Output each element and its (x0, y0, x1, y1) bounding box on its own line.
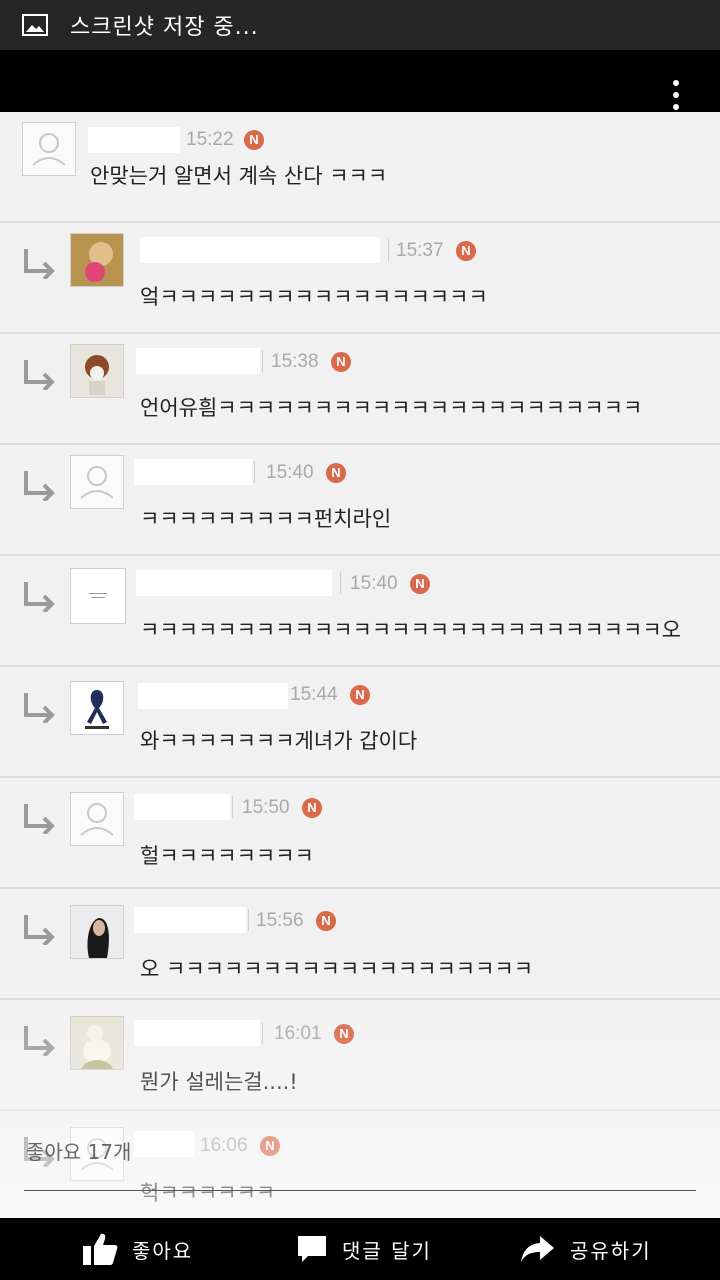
like-button[interactable]: 좋아요 (82, 1218, 193, 1280)
comment-text: ㅋㅋㅋㅋㅋㅋㅋㅋㅋ펀치라인 (140, 507, 392, 531)
status-title: 스크린샷 저장 중... (70, 15, 259, 40)
comment-time: 16:01 (274, 1023, 322, 1044)
author-name[interactable] (134, 794, 230, 820)
comment-list[interactable]: 15:22 N 안맞는거 알면서 계속 산다 ㅋㅋㅋ 15:37 N 엌ㅋㅋㅋㅋ… (0, 112, 720, 1218)
reply-arrow-icon (24, 471, 55, 501)
author-name[interactable] (134, 1131, 194, 1157)
comment-text: 뭔가 설레는걸....! (140, 1070, 298, 1094)
default-avatar-icon[interactable] (70, 455, 124, 509)
comment-time: 15:40 (266, 462, 314, 483)
reply-item: 15:44 N 와ㅋㅋㅋㅋㅋㅋㅋ게녀가 갑이다 (0, 667, 720, 778)
new-badge: N (316, 911, 336, 931)
new-badge: N (326, 463, 346, 483)
comment-text: 와ㅋㅋㅋㅋㅋㅋㅋ게녀가 갑이다 (140, 729, 418, 753)
author-name[interactable] (134, 1020, 260, 1046)
avatar[interactable] (70, 344, 124, 398)
new-badge: N (334, 1024, 354, 1044)
comment-label: 댓글 달기 (342, 1238, 432, 1263)
author-name[interactable] (138, 683, 288, 709)
bottom-action-bar: 좋아요 댓글 달기 공유하기 (0, 1218, 720, 1280)
avatar[interactable] (70, 1016, 124, 1070)
comment-text: 헉ㅋㅋㅋㅋㅋㅋ (140, 1181, 276, 1205)
reply-arrow-icon (24, 582, 55, 612)
default-avatar-icon[interactable] (22, 122, 76, 176)
comment-time: 15:50 (242, 797, 290, 818)
author-name[interactable] (88, 127, 180, 153)
reply-item: 15:50 N 헐ㅋㅋㅋㅋㅋㅋㅋㅋ (0, 778, 720, 889)
reply-arrow-icon (24, 360, 55, 390)
share-label: 공유하기 (570, 1238, 652, 1263)
author-name[interactable] (134, 907, 246, 933)
avatar[interactable] (70, 905, 124, 959)
avatar[interactable] (70, 568, 126, 624)
new-badge: N (244, 130, 264, 150)
reply-item: 15:37 N 엌ㅋㅋㅋㅋㅋㅋㅋㅋㅋㅋㅋㅋㅋㅋㅋㅋㅋ (0, 223, 720, 334)
author-name[interactable] (136, 570, 332, 596)
new-badge: N (260, 1136, 280, 1156)
reply-arrow-icon (24, 915, 55, 945)
author-name[interactable] (140, 237, 380, 263)
comment-button[interactable]: 댓글 달기 (296, 1218, 432, 1280)
author-name[interactable] (134, 459, 252, 485)
comment-text: 엌ㅋㅋㅋㅋㅋㅋㅋㅋㅋㅋㅋㅋㅋㅋㅋㅋㅋ (140, 285, 488, 309)
comment-item: 15:22 N 안맞는거 알면서 계속 산다 ㅋㅋㅋ (0, 112, 720, 223)
comment-time: 15:40 (350, 573, 398, 594)
reply-arrow-icon (24, 249, 55, 279)
status-bar: 스크린샷 저장 중... (0, 0, 720, 50)
avatar[interactable] (70, 233, 124, 287)
like-label: 좋아요 (132, 1238, 194, 1263)
thumbs-up-icon (83, 1233, 118, 1265)
new-badge: N (456, 241, 476, 261)
author-name[interactable] (136, 348, 260, 374)
new-badge: N (331, 352, 351, 372)
comment-time: 15:56 (256, 910, 304, 931)
reply-arrow-icon (24, 693, 55, 723)
ribbon-avatar[interactable] (70, 681, 124, 735)
comment-text: 안맞는거 알면서 계속 산다 ㅋㅋㅋ (90, 164, 388, 188)
reply-arrow-icon (24, 1026, 55, 1056)
reply-item: 16:01 N 뭔가 설레는걸....! (0, 1000, 720, 1111)
default-avatar-icon[interactable] (70, 792, 124, 846)
comment-time: 15:44 (290, 684, 338, 705)
divider (24, 1190, 696, 1191)
comment-text: 헐ㅋㅋㅋㅋㅋㅋㅋㅋ (140, 844, 314, 868)
comment-time: 15:37 (396, 240, 444, 261)
comment-time: 16:06 (200, 1135, 248, 1156)
reply-item: 15:38 N 언어유흼ㅋㅋㅋㅋㅋㅋㅋㅋㅋㅋㅋㅋㅋㅋㅋㅋㅋㅋㅋㅋㅋㅋ (0, 334, 720, 445)
like-count: 좋아요 17개 (26, 1140, 132, 1164)
comment-text: ㅋㅋㅋㅋㅋㅋㅋㅋㅋㅋㅋㅋㅋㅋㅋㅋㅋㅋㅋㅋㅋㅋㅋㅋㅋㅋㅋ오 (140, 618, 681, 642)
share-button[interactable]: 공유하기 (520, 1218, 652, 1280)
comment-text: 언어유흼ㅋㅋㅋㅋㅋㅋㅋㅋㅋㅋㅋㅋㅋㅋㅋㅋㅋㅋㅋㅋㅋㅋ (140, 396, 643, 420)
share-arrow-icon (521, 1236, 554, 1262)
reply-item: 15:40 N ㅋㅋㅋㅋㅋㅋㅋㅋㅋ펀치라인 (0, 445, 720, 556)
comment-time: 15:38 (271, 351, 319, 372)
comment-icon (298, 1236, 326, 1262)
reply-item: 15:40 N ㅋㅋㅋㅋㅋㅋㅋㅋㅋㅋㅋㅋㅋㅋㅋㅋㅋㅋㅋㅋㅋㅋㅋㅋㅋㅋㅋ오 (0, 556, 720, 667)
comment-time: 15:22 (186, 129, 234, 150)
reply-item: 15:56 N 오 ㅋㅋㅋㅋㅋㅋㅋㅋㅋㅋㅋㅋㅋㅋㅋㅋㅋㅋㅋ (0, 889, 720, 1000)
new-badge: N (410, 574, 430, 594)
new-badge: N (302, 798, 322, 818)
image-icon (22, 14, 48, 36)
more-menu-icon[interactable] (672, 80, 680, 114)
reply-arrow-icon (24, 804, 55, 834)
app-bar (0, 50, 720, 112)
new-badge: N (350, 685, 370, 705)
comment-text: 오 ㅋㅋㅋㅋㅋㅋㅋㅋㅋㅋㅋㅋㅋㅋㅋㅋㅋㅋㅋ (140, 957, 534, 981)
